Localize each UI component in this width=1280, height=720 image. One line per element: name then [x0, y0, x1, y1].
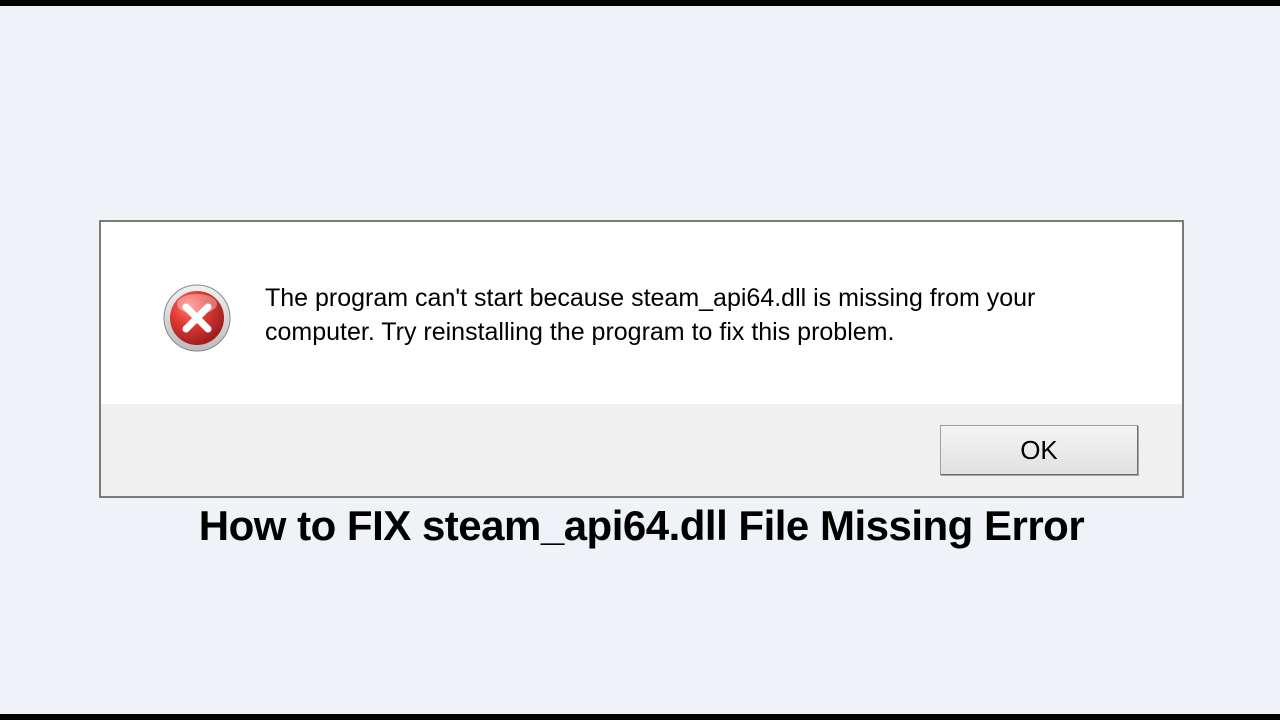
dialog-message: The program can't start because steam_ap… [265, 280, 1132, 350]
caption-text: How to FIX steam_api64.dll File Missing … [99, 502, 1184, 550]
letterbox-bottom [0, 714, 1280, 720]
ok-button[interactable]: OK [940, 425, 1138, 475]
dialog-footer: OK [101, 404, 1182, 496]
error-icon [161, 282, 233, 354]
dialog-body: The program can't start because steam_ap… [101, 222, 1182, 404]
error-dialog: The program can't start because steam_ap… [99, 220, 1184, 498]
letterbox-top [0, 0, 1280, 6]
